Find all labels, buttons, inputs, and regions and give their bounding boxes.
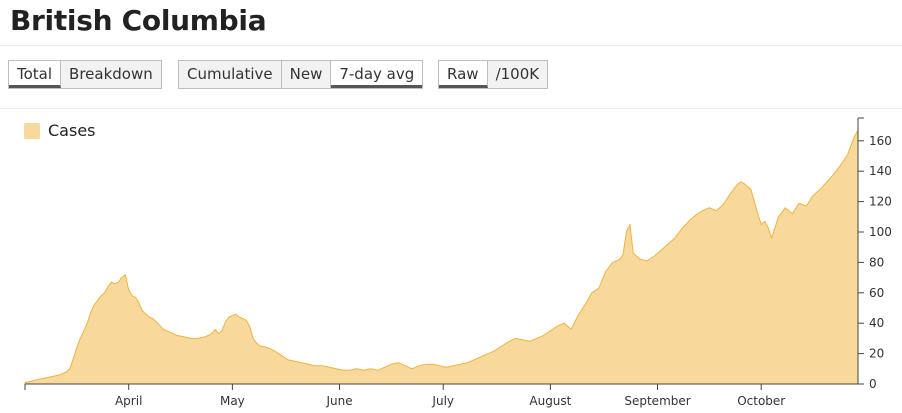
- y-tick-label: 40: [869, 316, 884, 330]
- y-tick-label: 120: [869, 195, 892, 209]
- x-tick-label: May: [220, 394, 245, 408]
- x-tick-label: August: [529, 394, 571, 408]
- y-tick-label: 100: [869, 225, 892, 239]
- y-tick-label: 60: [869, 286, 884, 300]
- x-tick-label: June: [325, 394, 352, 408]
- y-tick-label: 80: [869, 255, 884, 269]
- y-tick-label: 0: [869, 377, 877, 391]
- cases-area-chart: April May June July August September October 0…: [24, 117, 892, 408]
- y-tick-label: 140: [869, 164, 892, 178]
- y-tick-label: 160: [869, 134, 892, 148]
- x-tick-label: April: [115, 394, 142, 408]
- y-tick-label: 20: [869, 347, 884, 361]
- x-tick-label: October: [737, 394, 785, 408]
- x-axis: April May June July August September October: [24, 383, 858, 408]
- cases-area: [24, 129, 859, 385]
- x-tick-label: July: [431, 394, 454, 408]
- x-tick-label: September: [624, 394, 690, 408]
- y-axis: 0 20 40 60 80 100 120 140 160: [857, 117, 892, 391]
